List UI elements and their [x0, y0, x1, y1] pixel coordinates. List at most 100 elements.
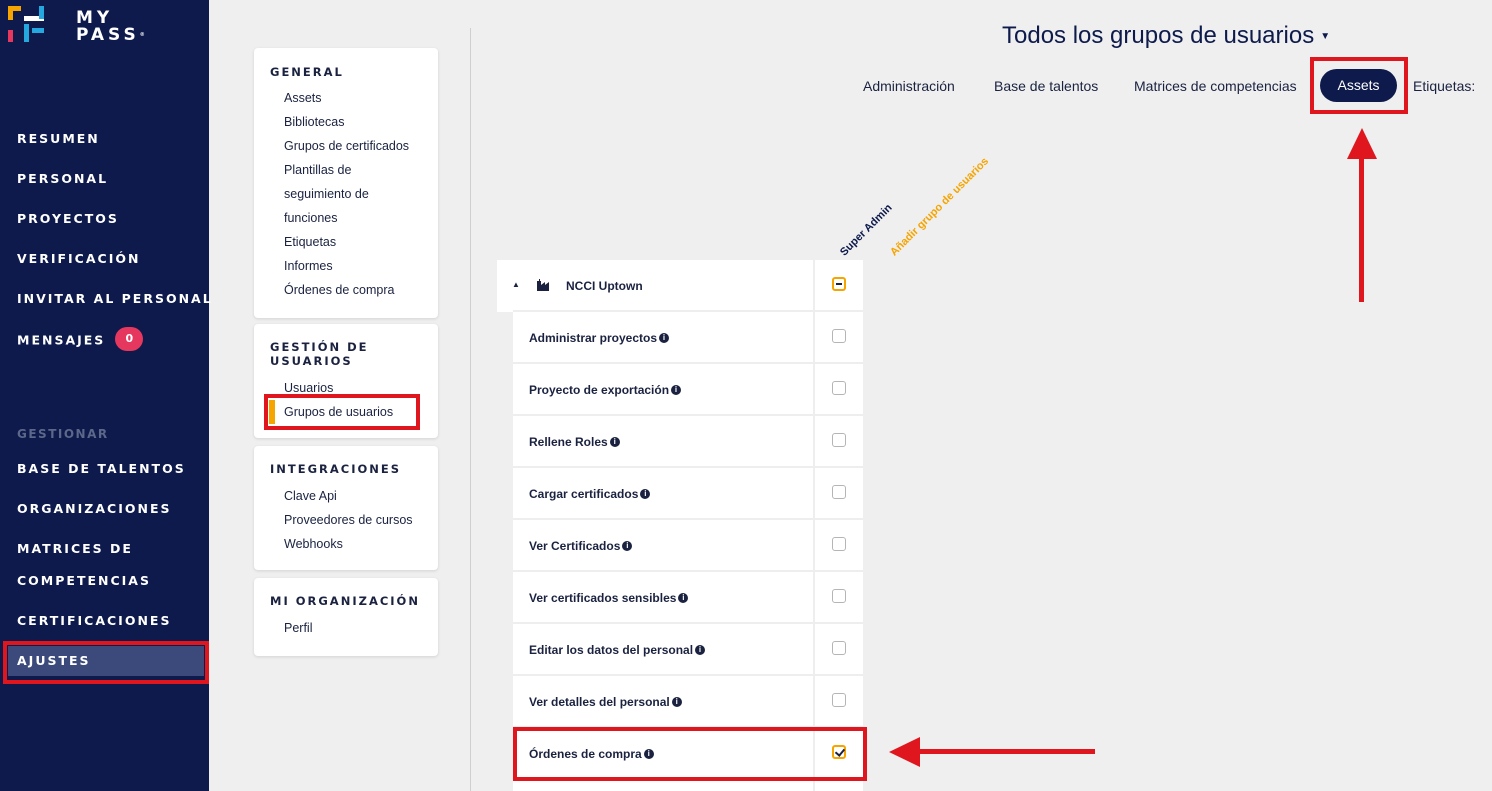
table-row: Editar los datos del personal i — [497, 624, 863, 676]
table-row: Ver certificados sensibles i — [497, 572, 863, 624]
nav-item-ajustes[interactable]: AJUSTES — [17, 653, 91, 668]
table-row: Administrar proyectos i — [497, 312, 863, 364]
settings-card-integraciones: INTEGRACIONES Clave Api Proveedores de c… — [254, 446, 438, 570]
settings-link-grupos-usuarios[interactable]: Grupos de usuarios — [284, 400, 393, 424]
table-indent-gutter — [497, 312, 513, 791]
permission-checkbox[interactable] — [832, 381, 846, 395]
logo-wordmark: MY PASS® — [76, 8, 145, 45]
nav-item-proyectos[interactable]: PROYECTOS — [17, 211, 119, 226]
nav-item-verificacion[interactable]: VERIFICACIÓN — [17, 251, 140, 266]
permission-checkbox[interactable] — [832, 693, 846, 707]
nav-item-organizaciones[interactable]: ORGANIZACIONES — [17, 501, 172, 516]
annotation-arrow-left-icon — [889, 737, 920, 767]
settings-link-plantillas-2[interactable]: seguimiento de — [284, 182, 369, 206]
settings-link-plantillas-1[interactable]: Plantillas de — [284, 158, 351, 182]
card-title: INTEGRACIONES — [270, 462, 402, 476]
column-header-super-admin: Super Admin — [838, 201, 895, 259]
permission-checkbox[interactable] — [832, 329, 846, 343]
table-row: Órdenes de compra i — [497, 728, 863, 780]
tab-assets[interactable]: Assets — [1320, 69, 1397, 102]
permission-checkbox-checked[interactable] — [832, 745, 846, 759]
info-icon[interactable]: i — [640, 488, 651, 499]
annotation-arrow-left-shaft — [915, 749, 1095, 754]
settings-link-clave-api[interactable]: Clave Api — [284, 484, 337, 508]
nav-item-invitar[interactable]: INVITAR AL PERSONAL — [17, 291, 213, 306]
user-group-selector[interactable]: Todos los grupos de usuarios ▼ — [1002, 22, 1330, 50]
active-link-marker — [269, 400, 275, 424]
info-icon[interactable]: i — [671, 384, 682, 395]
vertical-divider — [470, 28, 471, 791]
settings-link-proveedores-cursos[interactable]: Proveedores de cursos — [284, 508, 413, 532]
permissions-table: ▲ NCCI Uptown Administrar proyectos i Pro… — [497, 260, 863, 791]
collapse-caret-icon[interactable]: ▲ — [512, 280, 520, 289]
table-row: Ver Certificados i — [497, 520, 863, 572]
tab-administracion[interactable]: Administración — [863, 78, 955, 94]
card-title: GENERAL — [270, 65, 344, 79]
settings-link-assets[interactable]: Assets — [284, 86, 322, 110]
group-name: NCCI Uptown — [566, 279, 643, 293]
permission-label: Editar los datos del personal i — [529, 643, 706, 657]
settings-link-grupos-certificados[interactable]: Grupos de certificados — [284, 134, 409, 158]
group-checkbox-indeterminate[interactable] — [832, 277, 846, 291]
settings-card-general: GENERAL Assets Bibliotecas Grupos de cer… — [254, 48, 438, 318]
permission-checkbox[interactable] — [832, 433, 846, 447]
row-divider — [513, 778, 863, 780]
tab-base-talentos[interactable]: Base de talentos — [994, 78, 1098, 94]
logo-mark-icon — [8, 6, 44, 42]
nav-item-matrices-line1[interactable]: MATRICES DE — [17, 541, 133, 556]
settings-link-etiquetas[interactable]: Etiquetas — [284, 230, 336, 254]
settings-link-bibliotecas[interactable]: Bibliotecas — [284, 110, 344, 134]
permission-checkbox[interactable] — [832, 589, 846, 603]
table-row: Cargar certificados i — [497, 468, 863, 520]
permission-label: Ver Certificados i — [529, 539, 633, 553]
nav-item-label: MENSAJES — [17, 332, 106, 348]
nav-item-resumen[interactable]: RESUMEN — [17, 131, 100, 146]
settings-link-webhooks[interactable]: Webhooks — [284, 532, 343, 556]
messages-count-badge: 0 — [115, 327, 144, 351]
table-row: Rellene Roles i — [497, 416, 863, 468]
permission-label: Rellene Roles i — [529, 435, 620, 449]
nav-item-base-talentos[interactable]: BASE DE TALENTOS — [17, 461, 186, 476]
card-title: MI ORGANIZACIÓN — [270, 594, 420, 608]
settings-card-gestion-usuarios: GESTIÓN DE USUARIOS Usuarios Grupos de u… — [254, 324, 438, 438]
settings-link-perfil[interactable]: Perfil — [284, 616, 312, 640]
permission-label: Administrar proyectos i — [529, 331, 670, 345]
info-icon[interactable]: i — [678, 592, 689, 603]
factory-icon — [537, 279, 549, 291]
settings-link-usuarios[interactable]: Usuarios — [284, 376, 333, 400]
settings-link-informes[interactable]: Informes — [284, 254, 333, 278]
sidebar: MY PASS® RESUMEN PERSONAL PROYECTOS VERIF… — [0, 0, 211, 791]
table-row: Proyecto de exportación i — [497, 364, 863, 416]
info-icon[interactable]: i — [659, 332, 670, 343]
nav-item-certificaciones[interactable]: CERTIFICACIONES — [17, 613, 171, 628]
column-header-add-group[interactable]: Añadir grupo de usuarios — [888, 155, 991, 258]
permission-checkbox[interactable] — [832, 485, 846, 499]
settings-link-ordenes-compra[interactable]: Órdenes de compra — [284, 278, 394, 302]
info-icon[interactable]: i — [643, 748, 654, 759]
permission-label: Ver certificados sensibles i — [529, 591, 689, 605]
info-icon[interactable]: i — [671, 696, 682, 707]
settings-link-plantillas-3[interactable]: funciones — [284, 206, 338, 230]
permission-checkbox[interactable] — [832, 641, 846, 655]
annotation-arrow-up-icon — [1347, 128, 1377, 159]
permission-checkbox[interactable] — [832, 537, 846, 551]
table-row: Ver detalles del personal i — [497, 676, 863, 728]
caret-down-icon: ▼ — [1320, 31, 1331, 43]
nav-item-matrices-line2[interactable]: COMPETENCIAS — [17, 573, 151, 588]
permission-label: Proyecto de exportación i — [529, 383, 682, 397]
annotation-arrow-up-shaft — [1359, 155, 1364, 302]
info-icon[interactable]: i — [609, 436, 620, 447]
group-row[interactable]: ▲ NCCI Uptown — [497, 260, 863, 312]
nav-item-mensajes[interactable]: MENSAJES 0 — [17, 327, 144, 353]
card-title-line1: GESTIÓN DE — [270, 340, 369, 354]
nav-item-personal[interactable]: PERSONAL — [17, 171, 108, 186]
permission-label: Órdenes de compra i — [529, 747, 654, 761]
permission-label: Cargar certificados i — [529, 487, 651, 501]
info-icon[interactable]: i — [622, 540, 633, 551]
tab-etiquetas[interactable]: Etiquetas: — [1413, 78, 1475, 94]
tab-matrices-competencias[interactable]: Matrices de competencias — [1134, 78, 1297, 94]
info-icon[interactable]: i — [695, 644, 706, 655]
settings-card-mi-organizacion: MI ORGANIZACIÓN Perfil — [254, 578, 438, 656]
nav-section-gestionar: GESTIONAR — [17, 427, 109, 441]
mypass-logo[interactable]: MY PASS® — [8, 6, 148, 46]
